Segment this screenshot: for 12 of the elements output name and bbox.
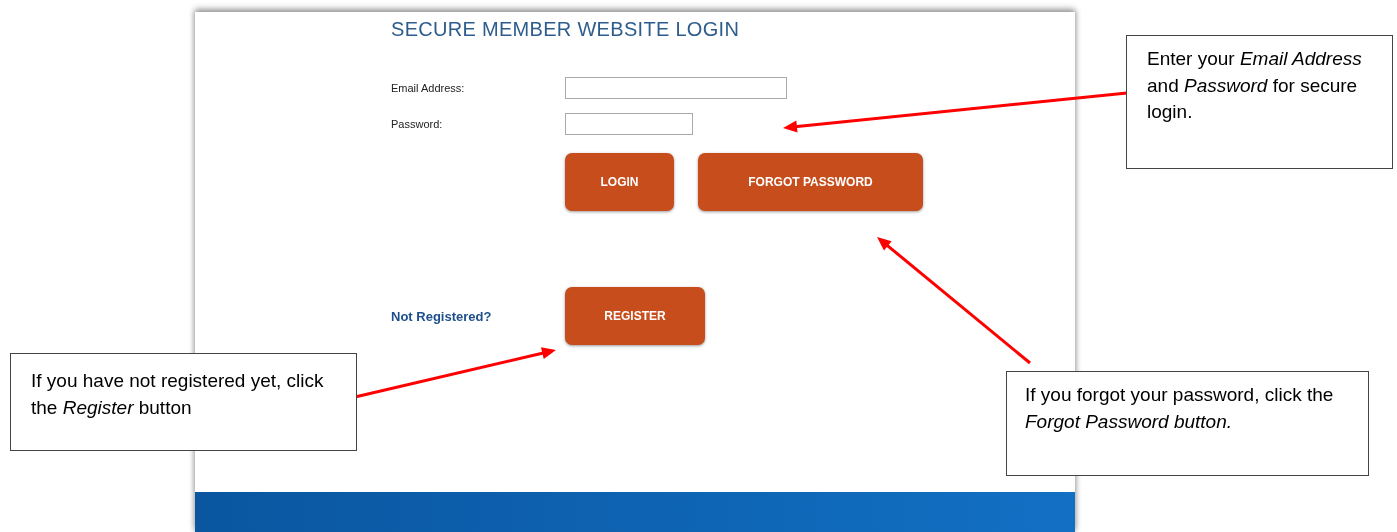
callout-note: Enter your Email Address and Password for secure login. <box>1126 35 1393 169</box>
callout-note: If you have not registered yet, click the Register button <box>10 353 357 451</box>
input-field[interactable] <box>565 113 693 135</box>
page-title: SECURE MEMBER WEBSITE LOGIN <box>391 18 741 41</box>
field-label: Email Address: <box>391 82 466 94</box>
register-link[interactable]: Not Registered? <box>391 308 565 324</box>
callout-note: If you forgot your password, click the Forgot Password button. <box>1006 371 1369 476</box>
input-field[interactable] <box>565 77 787 99</box>
register-button[interactable]: REGISTER <box>565 287 705 345</box>
form-button[interactable]: LOGIN <box>565 153 674 211</box>
field-label: Password: <box>391 118 444 130</box>
form-button[interactable]: FORGOT PASSWORD <box>698 153 923 211</box>
